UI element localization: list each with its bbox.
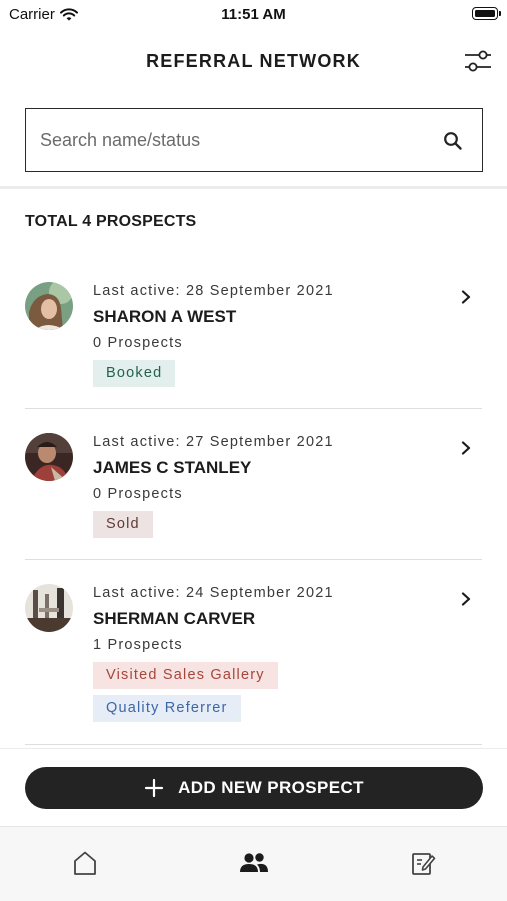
cta-container: ADD NEW PROSPECT (0, 748, 507, 827)
prospect-name: SHERMAN CARVER (93, 609, 256, 628)
add-new-prospect-label: ADD NEW PROSPECT (178, 778, 364, 797)
page-title: REFERRAL NETWORK (146, 51, 361, 71)
prospect-count: 0 Prospects (93, 486, 183, 502)
prospect-name: JAMES C STANLEY (93, 458, 252, 477)
people-icon (240, 853, 268, 872)
prospect-info: Last active: 24 September 2021 SHERMAN C… (93, 585, 334, 722)
chevron-right-icon (461, 441, 471, 455)
total-prospects-label: TOTAL 4 PROSPECTS (25, 213, 197, 230)
tab-tasks[interactable] (408, 849, 438, 877)
prospect-info: Last active: 27 September 2021 JAMES C S… (93, 434, 334, 538)
tab-bar (0, 826, 507, 901)
status-bar: Carrier 11:51 AM (0, 0, 507, 30)
edit-note-icon (412, 853, 436, 875)
sliders-icon (465, 50, 491, 72)
section-divider (0, 186, 507, 189)
prospect-info: Last active: 28 September 2021 SHARON A … (93, 283, 334, 387)
tab-network[interactable] (238, 849, 268, 877)
add-new-prospect-button[interactable]: ADD NEW PROSPECT (25, 767, 483, 809)
prospect-count: 1 Prospects (93, 637, 183, 653)
avatar (25, 433, 73, 481)
tab-home[interactable] (70, 849, 100, 877)
home-icon (74, 851, 96, 875)
status-badge: Quality Referrer (93, 695, 241, 722)
row-divider (25, 408, 482, 409)
app-header: REFERRAL NETWORK (0, 30, 507, 90)
avatar (25, 282, 73, 330)
prospect-name: SHARON A WEST (93, 307, 237, 326)
list-item[interactable]: Last active: 28 September 2021 SHARON A … (0, 262, 507, 408)
list-item[interactable]: Last active: 27 September 2021 JAMES C S… (0, 413, 507, 559)
status-badge: Visited Sales Gallery (93, 662, 278, 689)
row-divider (25, 744, 482, 745)
last-active-text: Last active: 24 September 2021 (93, 585, 334, 601)
chevron-right-icon (461, 290, 471, 304)
row-divider (25, 559, 482, 560)
search-icon[interactable] (442, 130, 464, 152)
status-badge: Sold (93, 511, 153, 538)
avatar (25, 584, 73, 632)
last-active-text: Last active: 27 September 2021 (93, 434, 334, 450)
list-item[interactable]: Last active: 24 September 2021 SHERMAN C… (0, 564, 507, 744)
last-active-text: Last active: 28 September 2021 (93, 283, 334, 299)
search-box (25, 108, 483, 172)
battery-icon (472, 7, 501, 20)
plus-icon (144, 778, 164, 798)
prospect-count: 0 Prospects (93, 335, 183, 351)
status-badge: Booked (93, 360, 176, 387)
search-input[interactable] (40, 109, 420, 171)
clock: 11:51 AM (221, 6, 286, 23)
chevron-right-icon (461, 592, 471, 606)
filter-button[interactable] (463, 46, 493, 76)
